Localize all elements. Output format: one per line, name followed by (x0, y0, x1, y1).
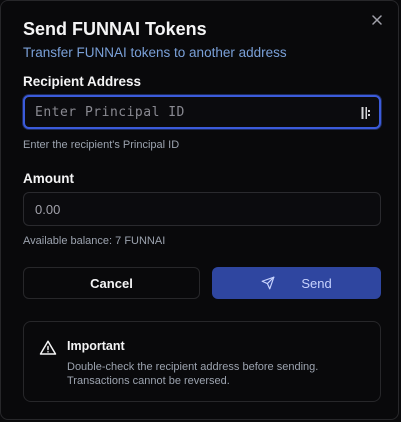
recipient-address-label: Recipient Address (23, 74, 142, 89)
dialog-title: Send FUNNAI Tokens (23, 19, 207, 39)
close-icon[interactable] (370, 13, 384, 27)
recipient-address-hint: Enter the recipient's Principal ID (23, 139, 180, 151)
notice-body: Double-check the recipient address befor… (67, 361, 319, 387)
send-button[interactable]: Send (212, 267, 381, 299)
dialog-subtitle: Transfer FUNNAI tokens to another addres… (23, 45, 287, 60)
cancel-button[interactable]: Cancel (23, 267, 200, 299)
available-balance-text: Available balance: 7 FUNNAI (23, 235, 166, 247)
warning-icon (39, 339, 57, 357)
notice-title: Important (67, 339, 125, 353)
send-tokens-dialog: Send FUNNAI Tokens Transfer FUNNAI token… (0, 0, 399, 420)
send-icon (261, 276, 275, 290)
recipient-address-field[interactable] (23, 95, 381, 129)
password-manager-icon[interactable] (361, 106, 373, 120)
send-button-label: Send (301, 275, 332, 291)
cancel-button-label: Cancel (90, 275, 133, 291)
important-notice: Important Double-check the recipient add… (23, 321, 381, 402)
amount-field[interactable] (23, 192, 381, 226)
recipient-address-input[interactable] (25, 97, 379, 127)
amount-label: Amount (23, 171, 74, 186)
amount-input[interactable] (24, 193, 380, 225)
